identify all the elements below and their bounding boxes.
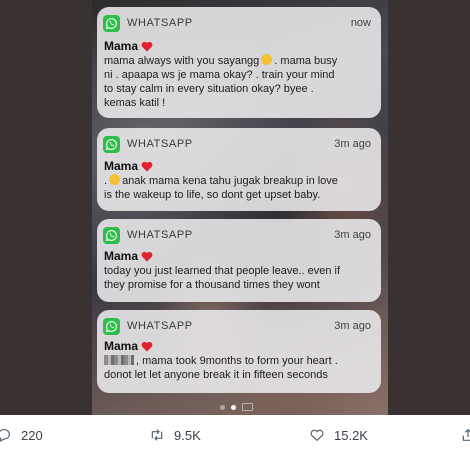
notification-time: 3m ago (334, 138, 371, 150)
message-line: is the wakeup to life, so dont get upset… (104, 189, 321, 201)
camera-icon (242, 403, 253, 411)
sender-label: Mama (104, 159, 139, 173)
whatsapp-icon (103, 226, 120, 244)
whatsapp-icon (103, 135, 120, 153)
heart-emoji-icon (141, 251, 153, 261)
sender-name: Mama (104, 39, 153, 53)
page-dot (220, 404, 225, 410)
notification-time: now (350, 17, 371, 29)
app-name: WHATSAPP (127, 138, 193, 150)
app-name: WHATSAPP (127, 229, 193, 241)
retweet-icon (151, 429, 163, 441)
notification-app-row: WHATSAPP (103, 317, 193, 335)
tweet-action-bar: 220 9.5K 15.2K (0, 427, 470, 451)
notification-app-row: WHATSAPP (103, 226, 193, 244)
notification-app-row: WHATSAPP (103, 135, 193, 153)
notification-message: . anak mama kena tahu jugak breakup in lo… (104, 174, 373, 202)
sender-name: Mama (104, 159, 153, 173)
like-count: 15.2K (334, 427, 368, 443)
reply-icon (0, 429, 10, 443)
share-button[interactable] (460, 427, 470, 443)
notification-time: 3m ago (334, 320, 371, 332)
message-line: , mama took 9months to form your heart . (136, 355, 338, 367)
heart-emoji-icon (141, 41, 153, 51)
redacted-name (104, 355, 134, 365)
message-line: anak mama kena tahu jugak breakup in lov… (122, 175, 338, 187)
message-line: ni . apaapa ws je mama okay? . train you… (104, 69, 335, 81)
retweet-count: 9.5K (174, 427, 201, 443)
notification-card[interactable]: WHATSAPP 3m ago Mama , mama took 9months… (97, 310, 381, 393)
notification-message: today you just learned that people leave… (104, 264, 373, 292)
heart-emoji-icon (141, 161, 153, 171)
message-line: today you just learned that people leave… (104, 265, 341, 277)
notification-card[interactable]: WHATSAPP 3m ago Mama . anak mama kena tah… (97, 128, 381, 211)
app-name: WHATSAPP (127, 320, 193, 332)
retweet-button[interactable]: 9.5K (149, 427, 201, 443)
smile-emoji-icon (109, 174, 121, 185)
sender-label: Mama (104, 39, 139, 53)
right-margin-panel (388, 0, 470, 415)
sender-label: Mama (104, 339, 139, 353)
message-line: . mama busy (274, 55, 338, 67)
message-line: kemas katil ! (104, 97, 166, 109)
app-name: WHATSAPP (127, 17, 193, 29)
reply-button[interactable]: 220 (0, 427, 43, 443)
whatsapp-icon (103, 317, 120, 335)
page-indicator (220, 403, 253, 411)
notification-card[interactable]: WHATSAPP now Mama mama always with you s… (97, 7, 381, 118)
sender-label: Mama (104, 249, 139, 263)
message-line: to stay calm in every situation okay? by… (104, 83, 314, 95)
share-icon (462, 428, 470, 441)
message-line: donot let let anyone break it in fifteen… (104, 369, 328, 381)
sender-name: Mama (104, 249, 153, 263)
like-button[interactable]: 15.2K (309, 427, 368, 443)
notification-card[interactable]: WHATSAPP 3m ago Mama today you just lear… (97, 219, 381, 302)
notification-message: , mama took 9months to form your heart .… (104, 354, 373, 382)
left-margin-panel (0, 0, 92, 415)
notification-time: 3m ago (334, 229, 371, 241)
reply-count: 220 (21, 427, 43, 443)
notification-app-row: WHATSAPP (103, 14, 193, 32)
message-line: mama always with you sayangg (104, 55, 260, 67)
sender-name: Mama (104, 339, 153, 353)
heart-emoji-icon (141, 341, 153, 351)
whatsapp-icon (103, 14, 120, 32)
notification-message: mama always with you sayangg. mama busy … (104, 54, 373, 110)
like-icon (310, 429, 324, 442)
message-line: they promise for a thousand times they w… (104, 279, 320, 291)
kiss-emoji-icon (261, 54, 273, 65)
page-dot-active (231, 404, 236, 410)
message-line: . (104, 175, 108, 187)
